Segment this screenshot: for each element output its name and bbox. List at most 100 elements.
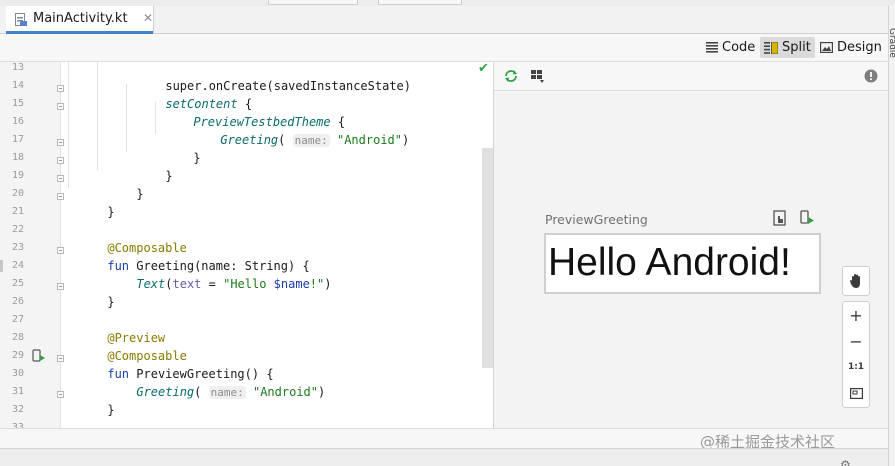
preview-render-card[interactable]: Hello Android!	[544, 233, 821, 294]
line-number: 27	[11, 314, 24, 325]
code-text: (	[165, 277, 173, 291]
line-number: 26	[11, 296, 24, 307]
line-number: 31	[11, 386, 24, 397]
code-text: (	[194, 385, 202, 399]
gradle-tool-strip[interactable]: Gradle	[887, 6, 895, 466]
change-marker	[0, 260, 3, 272]
line-number: 15	[11, 98, 24, 109]
line-number: 19	[11, 170, 24, 181]
fold-marker[interactable]	[57, 391, 64, 398]
split-view-button[interactable]: Split	[760, 37, 815, 58]
line-number: 18	[11, 152, 24, 163]
code-text: )	[318, 385, 326, 399]
run-preview-icon[interactable]	[32, 349, 46, 363]
line-number: 33	[11, 422, 24, 428]
code-line: setContent {	[64, 77, 252, 111]
gear-icon[interactable]: ⚙	[840, 458, 851, 466]
image-icon	[820, 42, 833, 53]
kotlin-file-icon	[15, 13, 27, 26]
line-number: 29	[11, 350, 24, 361]
code-editor[interactable]: 13 14 15 16 17 18 19 20 21 22 23 24 25 2…	[0, 62, 493, 428]
code-view-button[interactable]: Code	[702, 37, 759, 58]
line-number: 25	[11, 278, 24, 289]
line-number: 20	[11, 188, 24, 199]
code-string: !"	[309, 277, 325, 291]
editor-tab-bar: MainActivity.kt ✕	[0, 6, 888, 34]
toolbar-notch	[268, 0, 358, 5]
design-view-label: Design	[837, 40, 882, 55]
interactive-mode-icon[interactable]	[772, 210, 788, 226]
fold-marker[interactable]	[57, 175, 64, 182]
code-line: @Composable	[64, 221, 186, 255]
editor-scrollbar[interactable]	[482, 148, 493, 368]
fold-marker[interactable]	[57, 283, 64, 290]
code-line: fun PreviewGreeting() {	[64, 347, 273, 381]
code-text: )	[402, 133, 410, 147]
info-icon[interactable]	[863, 68, 879, 84]
code-text: Text	[136, 277, 166, 291]
split-view-label: Split	[782, 40, 811, 55]
line-number: 28	[11, 332, 24, 343]
code-text: }	[107, 295, 115, 309]
code-line: Greeting( name: "Android")	[64, 365, 325, 399]
code-line: }	[64, 149, 172, 183]
zoom-controls: + − 1:1	[842, 301, 870, 408]
preview-toolbar	[494, 62, 888, 91]
line-number: 16	[11, 116, 24, 127]
line-number: 23	[11, 242, 24, 253]
preview-title: PreviewGreeting	[545, 212, 648, 227]
line-number: 32	[11, 404, 24, 415]
parameter-hint: name:	[292, 134, 330, 147]
fold-marker[interactable]	[57, 103, 64, 110]
code-line: PreviewTestbedTheme {	[64, 95, 345, 129]
code-text: (	[278, 133, 286, 147]
code-line: }	[64, 275, 114, 309]
editor-gutter: 13 14 15 16 17 18 19 20 21 22 23 24 25 2…	[0, 62, 61, 428]
code-view-label: Code	[722, 40, 756, 55]
line-number: 17	[11, 134, 24, 145]
fold-marker[interactable]	[57, 193, 64, 200]
zoom-out-button[interactable]: −	[843, 328, 869, 354]
code-line: }	[64, 383, 114, 417]
zoom-in-button[interactable]: +	[843, 302, 869, 328]
split-icon	[764, 41, 778, 54]
line-number: 21	[11, 206, 24, 217]
rendered-greeting-text: Hello Android!	[548, 241, 791, 284]
code-line: fun Greeting(name: String) {	[64, 239, 309, 273]
fold-marker[interactable]	[57, 85, 64, 92]
code-line: }	[64, 131, 200, 165]
inspection-ok-icon[interactable]: ✔	[478, 62, 489, 76]
refresh-icon[interactable]	[503, 68, 519, 84]
line-number: 13	[11, 62, 24, 73]
code-line: }	[64, 185, 114, 219]
layout-options-icon[interactable]	[530, 68, 546, 84]
code-text: )	[324, 277, 332, 291]
code-string: "Android"	[252, 385, 319, 399]
tab-mainactivity[interactable]: MainActivity.kt ✕	[6, 6, 154, 34]
view-mode-toolbar: Code Split Design	[0, 34, 888, 62]
deploy-preview-icon[interactable]	[799, 210, 815, 226]
design-view-button[interactable]: Design	[816, 37, 886, 58]
close-icon[interactable]: ✕	[143, 11, 153, 25]
code-line: Text(text = "Hello $name!")	[64, 257, 331, 291]
zoom-to-fit-button[interactable]	[843, 380, 869, 406]
parameter-hint: name:	[208, 386, 246, 399]
code-text: }	[107, 205, 115, 219]
tab-label: MainActivity.kt	[33, 11, 128, 26]
compose-preview-pane: PreviewGreeting Hello Android! + − 1:1	[493, 62, 888, 428]
toolbar-notch	[378, 0, 462, 5]
hand-icon	[850, 274, 860, 288]
code-text: Greeting	[136, 385, 195, 399]
lines-icon	[706, 42, 718, 53]
line-number: 24	[11, 260, 24, 271]
code-line: @Composable	[64, 329, 186, 363]
code-line: Greeting( name: "Android")	[64, 113, 409, 147]
fold-marker[interactable]	[57, 247, 64, 254]
fold-marker[interactable]	[57, 355, 64, 362]
fold-marker[interactable]	[57, 157, 64, 164]
gradle-label: Gradle	[887, 28, 895, 58]
zoom-actual-size-button[interactable]: 1:1	[843, 354, 869, 380]
fold-marker[interactable]	[57, 139, 64, 146]
pan-tool-button[interactable]	[842, 266, 870, 296]
fit-screen-icon	[849, 387, 863, 399]
